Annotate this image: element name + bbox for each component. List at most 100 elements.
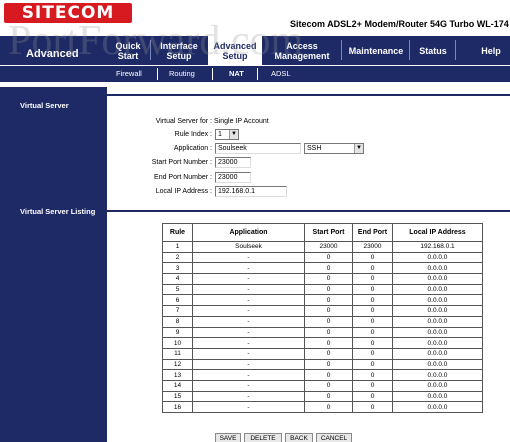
rule-index-select[interactable]: 1 ▼ bbox=[215, 129, 239, 140]
table-cell: - bbox=[192, 369, 305, 381]
table-cell: 0 bbox=[304, 347, 353, 360]
nav-quick-start-l1: Quick bbox=[115, 40, 141, 51]
virtual-server-for-value: Single IP Account bbox=[214, 118, 269, 125]
table-row: 9-0 0 0.0.0.0 bbox=[162, 326, 483, 339]
table-row: 11-0 0 0.0.0.0 bbox=[162, 347, 483, 360]
header-local-ip: Local IP Address bbox=[392, 223, 483, 242]
table-cell: 0 bbox=[352, 369, 393, 381]
header-start-port: Start Port bbox=[304, 223, 353, 242]
nav-advanced-setup[interactable]: Advanced Setup bbox=[208, 36, 262, 65]
nav-advanced-setup-l2: Setup bbox=[222, 50, 248, 61]
nav-maintenance[interactable]: Maintenance bbox=[344, 36, 408, 65]
table-cell: 0.0.0.0 bbox=[392, 326, 483, 339]
local-ip-input[interactable]: 192.168.0.1 bbox=[215, 186, 287, 197]
divider-top bbox=[107, 94, 510, 96]
subnav-divider bbox=[212, 68, 213, 80]
table-cell: 0.0.0.0 bbox=[392, 347, 483, 360]
table-row: 12-0 0 0.0.0.0 bbox=[162, 358, 483, 371]
table-cell: 2 bbox=[162, 251, 193, 264]
table-cell: 0.0.0.0 bbox=[392, 401, 483, 413]
nav-divider bbox=[409, 40, 410, 60]
end-port-label: End Port Number : bbox=[154, 174, 212, 181]
table-cell: 0 bbox=[352, 262, 393, 275]
application-select[interactable]: SSH ▼ bbox=[304, 143, 364, 154]
table-cell: 16 bbox=[162, 401, 193, 413]
table-row: 5-0 0 0.0.0.0 bbox=[162, 283, 483, 296]
table-cell: 4 bbox=[162, 273, 193, 285]
subnav-firewall[interactable]: Firewall bbox=[116, 66, 142, 82]
nav-quick-start[interactable]: Quick Start bbox=[110, 36, 146, 65]
table-cell: 10 bbox=[162, 337, 193, 349]
table-cell: 0.0.0.0 bbox=[392, 251, 483, 264]
table-cell: 6 bbox=[162, 294, 193, 307]
table-cell: 0 bbox=[304, 305, 353, 317]
subnav-adsl[interactable]: ADSL bbox=[271, 66, 291, 82]
subnav-nat[interactable]: NAT bbox=[229, 66, 244, 82]
table-row: 8-0 0 0.0.0.0 bbox=[162, 315, 483, 328]
table-cell: - bbox=[192, 251, 305, 264]
section-virtual-server-listing: Virtual Server Listing bbox=[20, 207, 96, 216]
product-title: Sitecom ADSL2+ Modem/Router 54G Turbo WL… bbox=[290, 19, 509, 29]
table-cell: 0.0.0.0 bbox=[392, 358, 483, 371]
table-cell: 0 bbox=[352, 251, 393, 264]
cancel-button[interactable]: CANCEL bbox=[316, 433, 352, 442]
table-row: 15-0 0 0.0.0.0 bbox=[162, 390, 483, 403]
divider-listing bbox=[107, 210, 510, 212]
table-cell: - bbox=[192, 305, 305, 317]
table-row: 14-0 0 0.0.0.0 bbox=[162, 379, 483, 392]
nav-interface-setup[interactable]: Interface Setup bbox=[152, 36, 206, 65]
application-input[interactable]: Soulseek bbox=[215, 143, 301, 154]
sub-nav bbox=[0, 65, 510, 82]
table-cell: Soulseek bbox=[192, 241, 305, 253]
nav-quick-start-l2: Start bbox=[117, 50, 139, 61]
table-cell: 0 bbox=[352, 326, 393, 339]
table-cell: 0 bbox=[352, 273, 393, 285]
nav-divider bbox=[341, 40, 342, 60]
chevron-down-icon: ▼ bbox=[229, 130, 238, 139]
nav-status[interactable]: Status bbox=[412, 36, 454, 65]
table-cell: 0 bbox=[304, 401, 353, 413]
table-cell: 0 bbox=[352, 347, 393, 360]
nav-interface-setup-l2: Setup bbox=[166, 50, 192, 61]
table-cell: 0 bbox=[304, 262, 353, 275]
table-cell: 0 bbox=[304, 273, 353, 285]
nav-help[interactable]: Help bbox=[474, 36, 508, 65]
table-cell: 0 bbox=[304, 283, 353, 296]
table-cell: 0.0.0.0 bbox=[392, 369, 483, 381]
table-cell: 13 bbox=[162, 369, 193, 381]
table-cell: 0 bbox=[352, 294, 393, 307]
delete-button[interactable]: DELETE bbox=[244, 433, 282, 442]
table-cell: 0.0.0.0 bbox=[392, 315, 483, 328]
left-sidebar bbox=[0, 87, 107, 442]
section-brand: Advanced bbox=[0, 36, 110, 65]
table-cell: 23000 bbox=[352, 241, 393, 253]
section-virtual-server: Virtual Server bbox=[20, 101, 69, 110]
table-row: 3-0 0 0.0.0.0 bbox=[162, 262, 483, 275]
nav-access-management[interactable]: Access Management bbox=[266, 36, 338, 65]
table-header-row: Rule Application Start Port End Port Loc… bbox=[162, 223, 483, 242]
table-cell: - bbox=[192, 262, 305, 275]
end-port-input[interactable]: 23000 bbox=[215, 172, 251, 183]
table-cell: - bbox=[192, 273, 305, 285]
start-port-input[interactable]: 23000 bbox=[215, 157, 251, 168]
rule-index-value: 1 bbox=[218, 131, 222, 138]
table-cell: 0 bbox=[304, 390, 353, 403]
nav-help-label: Help bbox=[481, 45, 501, 56]
table-cell: - bbox=[192, 379, 305, 392]
table-cell: 0 bbox=[352, 401, 393, 413]
table-cell: 0 bbox=[352, 379, 393, 392]
table-cell: 7 bbox=[162, 305, 193, 317]
table-cell: - bbox=[192, 337, 305, 349]
nav-access-management-l2: Management bbox=[274, 50, 330, 61]
virtual-server-for-label: Virtual Server for : bbox=[155, 118, 212, 125]
subnav-routing[interactable]: Routing bbox=[169, 66, 195, 82]
save-button[interactable]: SAVE bbox=[215, 433, 241, 442]
nav-advanced-setup-l1: Advanced bbox=[213, 40, 257, 51]
sitecom-logo: SITECOM bbox=[4, 3, 132, 23]
local-ip-label: Local IP Address : bbox=[155, 188, 212, 195]
table-row: 4-0 0 0.0.0.0 bbox=[162, 273, 483, 285]
table-cell: 5 bbox=[162, 283, 193, 296]
application-select-value: SSH bbox=[307, 145, 322, 152]
table-row: 13-0 0 0.0.0.0 bbox=[162, 369, 483, 381]
back-button[interactable]: BACK bbox=[285, 433, 313, 442]
